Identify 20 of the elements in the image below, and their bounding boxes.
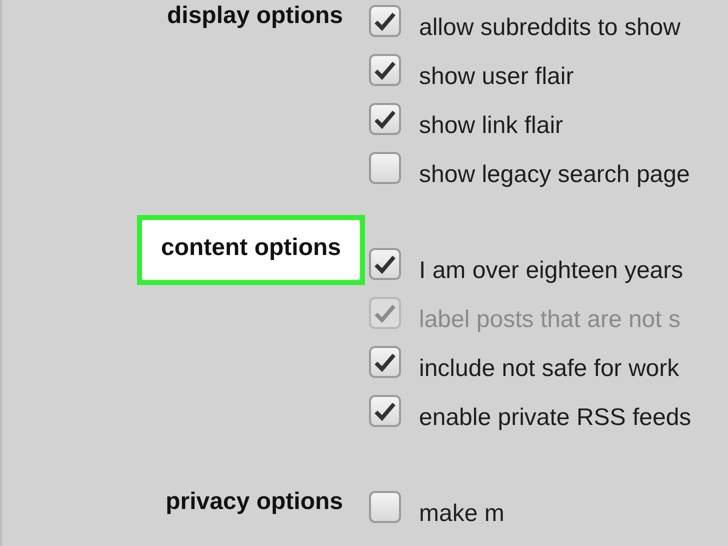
option-label: show legacy search page (419, 160, 690, 190)
checkbox[interactable] (369, 103, 401, 135)
checkbox[interactable] (369, 248, 401, 280)
option-label: enable private RSS feeds (419, 403, 692, 433)
checkbox[interactable] (369, 54, 401, 86)
section-label: privacy options (166, 488, 343, 517)
section-label: display options (166, 2, 343, 31)
option-label: show link flair (419, 111, 564, 141)
option-label: show user flair (419, 62, 574, 92)
checkbox[interactable] (369, 395, 401, 427)
option-label: make m (419, 499, 504, 529)
option-label: allow subreddits to show (419, 13, 680, 43)
checkbox[interactable] (369, 346, 401, 378)
checkbox[interactable] (369, 5, 401, 37)
option-label: include not safe for work (419, 354, 680, 384)
section-label: content options (137, 215, 365, 285)
checkbox[interactable] (369, 152, 401, 184)
option-label: I am over eighteen years (419, 256, 684, 286)
option-label: label posts that are not s (419, 305, 680, 335)
checkbox[interactable] (369, 491, 401, 523)
